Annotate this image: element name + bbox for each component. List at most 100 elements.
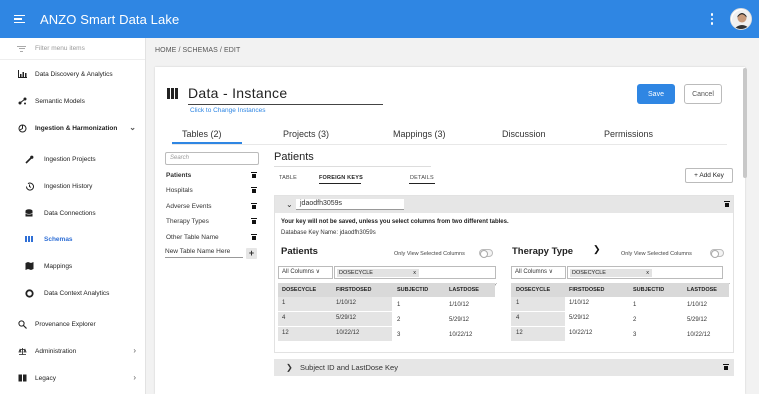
- foreign-key-name-input[interactable]: jdaodfh3059s: [296, 199, 404, 210]
- tab-mappings[interactable]: Mappings (3): [393, 129, 446, 139]
- cell: 5/29/12: [336, 315, 357, 321]
- subtab-details-underline: [409, 183, 435, 184]
- history-icon: [24, 181, 34, 191]
- tab-permissions[interactable]: Permissions: [604, 129, 653, 139]
- chevron-right-icon[interactable]: ›: [133, 346, 136, 355]
- trash-icon[interactable]: [250, 172, 257, 178]
- sidebar-item-label: Data Discovery & Analytics: [35, 70, 113, 78]
- close-icon[interactable]: x: [413, 269, 416, 277]
- collapsed-key-header[interactable]: ❯ Subject ID and LastDose Key: [274, 359, 734, 376]
- column-header[interactable]: SUBJECTID: [397, 287, 428, 293]
- trash-icon[interactable]: [250, 234, 257, 240]
- chevron-down-icon[interactable]: ⌄: [129, 123, 136, 132]
- tab-tables[interactable]: Tables (2): [182, 129, 222, 139]
- column-header[interactable]: DOSECYCLE: [516, 287, 550, 293]
- sidebar-item-label: Administration: [35, 347, 77, 355]
- tab-projects[interactable]: Projects (3): [283, 129, 329, 139]
- sidebar-item-data-discovery[interactable]: Data Discovery & Analytics: [0, 61, 146, 87]
- tab-discussion[interactable]: Discussion: [502, 129, 546, 139]
- table-item-other[interactable]: Other Table Name: [166, 234, 261, 241]
- app-header: ANZO Smart Data Lake: [0, 0, 759, 38]
- search-icon: [17, 319, 27, 329]
- cell: 4: [282, 315, 286, 321]
- left-table-title: Patients: [281, 246, 318, 257]
- filter-menu[interactable]: Filter menu items: [0, 38, 145, 60]
- column-chip-input[interactable]: DOSECYCLE x: [334, 266, 496, 279]
- cancel-button[interactable]: Cancel: [684, 84, 722, 104]
- instance-title: Data - Instance: [188, 85, 288, 101]
- column-header[interactable]: LASTDOSE: [449, 287, 479, 293]
- table-item-adverse-events[interactable]: Adverse Events: [166, 203, 261, 210]
- sidebar-item-schemas[interactable]: Schemas: [0, 226, 146, 252]
- app-title: ANZO Smart Data Lake: [40, 11, 180, 27]
- grid-header: DOSECYCLE FIRSTDOSED SUBJECTID LASTDOSE: [511, 283, 729, 297]
- chevron-right-icon[interactable]: ❯: [286, 363, 293, 372]
- sidebar-item-label: Data Connections: [44, 209, 96, 217]
- sidebar-item-label: Ingestion Projects: [44, 155, 96, 163]
- column-header[interactable]: FIRSTDOSED: [336, 287, 371, 293]
- foreign-key-header[interactable]: ⌄ jdaodfh3059s: [275, 196, 733, 213]
- cell: 1: [633, 302, 637, 308]
- sidebar-item-provenance-explorer[interactable]: Provenance Explorer: [0, 311, 146, 337]
- cell: 5/29/12: [687, 317, 708, 323]
- trash-icon[interactable]: [723, 201, 730, 207]
- hamburger-menu-icon[interactable]: [14, 14, 26, 24]
- chevron-down-icon[interactable]: ⌄: [286, 200, 293, 209]
- sidebar: Filter menu items Data Discovery & Analy…: [0, 38, 146, 394]
- book-icon: [17, 373, 27, 383]
- settings-icon: [24, 288, 34, 298]
- columns-select[interactable]: All Columns ∨: [278, 266, 333, 279]
- save-button[interactable]: Save: [637, 84, 675, 104]
- more-options-icon[interactable]: [708, 11, 716, 27]
- table-search-input[interactable]: Search: [165, 152, 259, 165]
- sidebar-item-ingestion-history[interactable]: Ingestion History: [0, 173, 146, 199]
- change-instances-link[interactable]: Click to Change Instances: [190, 107, 266, 114]
- sidebar-item-label: Data Context Analytics: [44, 289, 110, 297]
- sidebar-item-semantic-models[interactable]: Semantic Models: [0, 88, 146, 114]
- add-key-button[interactable]: + Add Key: [685, 168, 733, 183]
- columns-select[interactable]: All Columns ∨: [511, 266, 566, 279]
- table-item-hospitals[interactable]: Hospitals: [166, 187, 261, 194]
- table-item-therapy-types[interactable]: Therapy Types: [166, 218, 261, 225]
- left-columns-grid: DOSECYCLE FIRSTDOSED SUBJECTID LASTDOSE …: [278, 283, 495, 341]
- trash-icon[interactable]: [250, 218, 257, 224]
- chevron-right-icon[interactable]: ›: [133, 373, 136, 382]
- column-chip-input[interactable]: DOSECYCLE x: [567, 266, 723, 279]
- avatar[interactable]: [730, 8, 752, 30]
- instance-icon: [167, 88, 178, 99]
- chevron-down-icon[interactable]: ❯: [593, 244, 601, 255]
- table-row: 12 10/22/12 3 10/22/12: [511, 327, 729, 341]
- new-table-name-input[interactable]: New Table Name Here: [165, 248, 243, 258]
- trash-icon[interactable]: [722, 364, 729, 370]
- subtab-table[interactable]: TABLE: [279, 175, 297, 181]
- sidebar-item-data-context-analytics[interactable]: Data Context Analytics: [0, 280, 146, 306]
- table-item-patients[interactable]: Patients: [166, 172, 261, 179]
- sidebar-item-label: Provenance Explorer: [35, 320, 96, 328]
- add-table-button[interactable]: +: [246, 248, 257, 259]
- cell: 1: [397, 302, 401, 308]
- only-view-toggle[interactable]: [710, 249, 724, 258]
- sidebar-item-legacy[interactable]: Legacy ›: [0, 365, 146, 391]
- chip-label: DOSECYCLE: [572, 270, 606, 276]
- foreign-key-panel: ⌄ jdaodfh3059s Your key will not be save…: [274, 195, 734, 353]
- sidebar-item-data-connections[interactable]: Data Connections: [0, 200, 146, 226]
- trash-icon[interactable]: [250, 187, 257, 193]
- only-view-toggle[interactable]: [479, 249, 493, 258]
- column-header[interactable]: DOSECYCLE: [282, 287, 316, 293]
- column-header[interactable]: SUBJECTID: [633, 287, 664, 293]
- close-icon[interactable]: x: [646, 269, 649, 277]
- column-header[interactable]: LASTDOSE: [687, 287, 717, 293]
- scrollbar[interactable]: [743, 68, 747, 178]
- sidebar-item-ingestion-harmonization[interactable]: Ingestion & Harmonization ⌄: [0, 115, 146, 141]
- sidebar-item-mappings[interactable]: Mappings: [0, 253, 146, 279]
- trash-icon[interactable]: [250, 203, 257, 209]
- right-table-title: Therapy Type: [512, 246, 574, 257]
- sidebar-item-ingestion-projects[interactable]: Ingestion Projects: [0, 146, 146, 172]
- column-header[interactable]: FIRSTDOSED: [569, 287, 604, 293]
- table-row: 1 1/10/12 1 1/10/12: [511, 297, 729, 311]
- database-icon: [24, 208, 34, 218]
- subtab-foreign-keys[interactable]: FOREIGN KEYS: [319, 175, 363, 181]
- subtab-details[interactable]: DETAILS: [410, 175, 434, 181]
- sidebar-item-administration[interactable]: Administration ›: [0, 338, 146, 364]
- graph-icon: [17, 96, 27, 106]
